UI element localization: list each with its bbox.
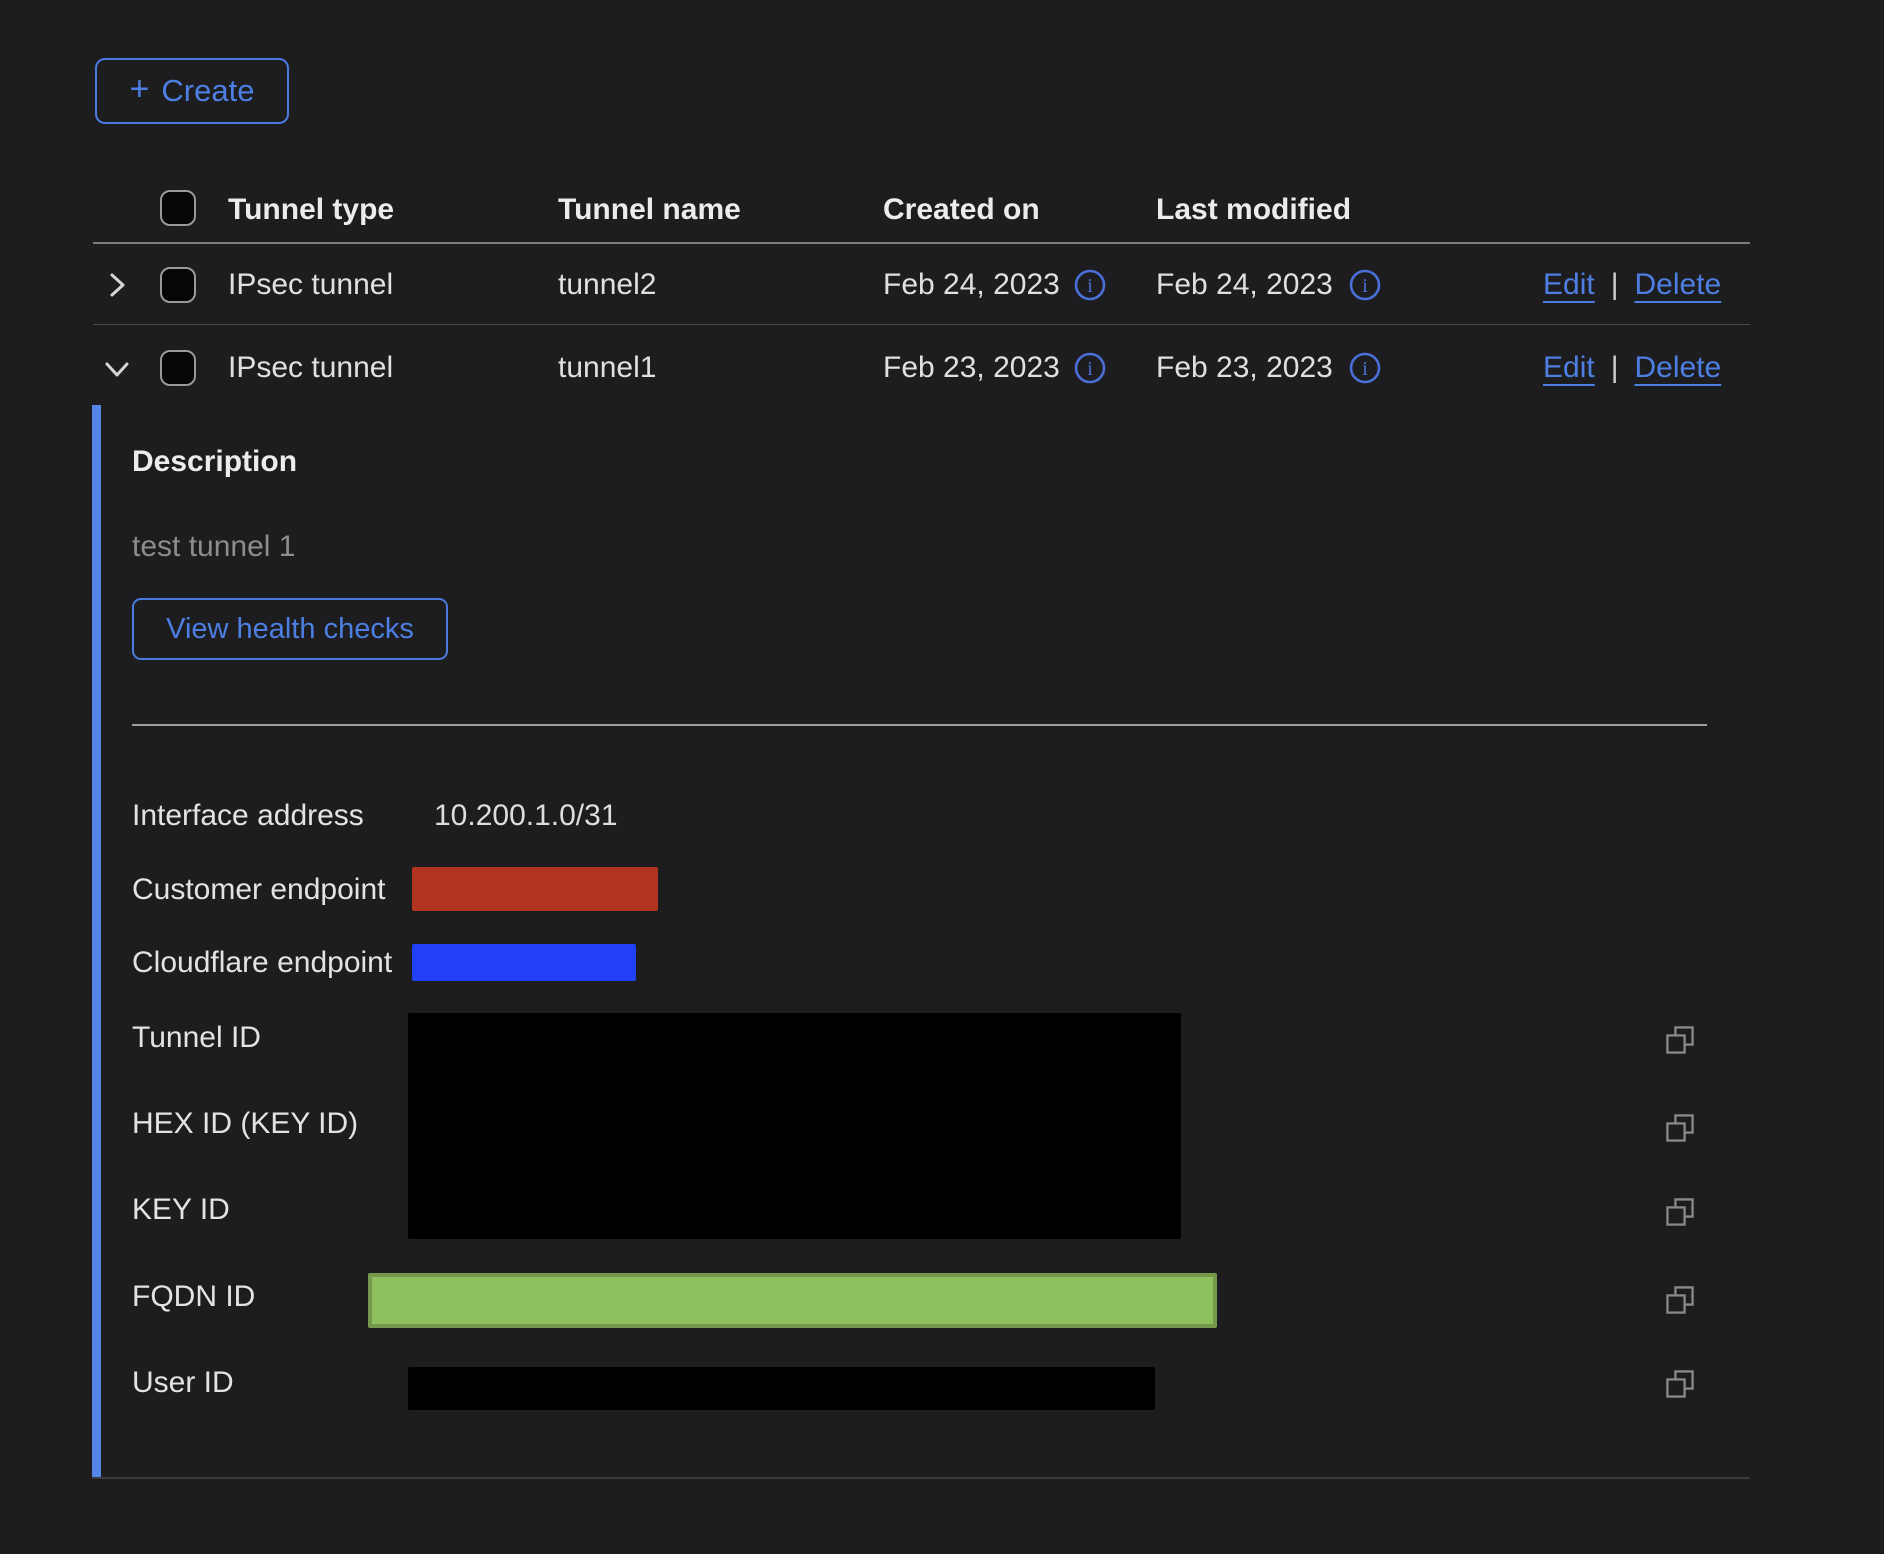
svg-text:i: i — [1087, 275, 1093, 297]
field-label-key-id: KEY ID — [132, 1192, 230, 1228]
field-label-tunnel-id: Tunnel ID — [132, 1020, 261, 1056]
expanded-row-bottom-border — [92, 1477, 1750, 1479]
svg-text:i: i — [1087, 358, 1093, 380]
svg-text:i: i — [1362, 275, 1368, 297]
edit-link[interactable]: Edit — [1543, 267, 1595, 303]
redacted-cloudflare-endpoint — [412, 944, 636, 981]
field-label-user-id: User ID — [132, 1365, 234, 1401]
description-heading: Description — [132, 445, 297, 479]
field-label-hex-id: HEX ID (KEY ID) — [132, 1106, 358, 1142]
copy-fqdn-id-button[interactable] — [1664, 1284, 1696, 1316]
info-icon[interactable]: i — [1073, 268, 1107, 302]
row-checkbox[interactable] — [160, 267, 196, 303]
header-created-on: Created on — [883, 192, 1040, 228]
expanded-row-accent-bar — [92, 405, 101, 1478]
redacted-user-id — [408, 1367, 1155, 1410]
field-value-interface-address: 10.200.1.0/31 — [434, 798, 618, 834]
row-checkbox[interactable] — [160, 350, 196, 386]
row-actions: Edit | Delete — [1543, 350, 1721, 386]
copy-user-id-button[interactable] — [1664, 1368, 1696, 1400]
field-label-customer-endpoint: Customer endpoint — [132, 872, 385, 908]
cell-last-modified: Feb 23, 2023 — [1156, 350, 1333, 386]
cell-created-on: Feb 24, 2023 — [883, 267, 1060, 303]
copy-hex-id-button[interactable] — [1664, 1112, 1696, 1144]
cell-tunnel-type: IPsec tunnel — [228, 350, 393, 386]
description-value: test tunnel 1 — [132, 530, 295, 564]
header-tunnel-name: Tunnel name — [558, 192, 741, 228]
select-all-checkbox[interactable] — [160, 190, 196, 226]
header-tunnel-type: Tunnel type — [228, 192, 394, 228]
cell-tunnel-name: tunnel2 — [558, 267, 656, 303]
chevron-down-icon[interactable] — [104, 356, 130, 382]
info-icon[interactable]: i — [1348, 351, 1382, 385]
delete-link[interactable]: Delete — [1635, 350, 1722, 386]
edit-link[interactable]: Edit — [1543, 350, 1595, 386]
tunnels-page: + Create Tunnel type Tunnel name Created… — [0, 0, 1884, 1554]
view-health-checks-button[interactable]: View health checks — [132, 598, 448, 660]
create-button[interactable]: + Create — [95, 58, 289, 124]
info-icon[interactable]: i — [1348, 268, 1382, 302]
svg-text:i: i — [1362, 358, 1368, 380]
redacted-customer-endpoint — [412, 867, 658, 911]
plus-icon: + — [130, 72, 150, 106]
header-divider — [93, 242, 1750, 244]
field-label-interface-address: Interface address — [132, 798, 364, 834]
chevron-right-icon[interactable] — [104, 272, 130, 298]
cell-created-on: Feb 23, 2023 — [883, 350, 1060, 386]
details-divider — [132, 724, 1707, 726]
action-separator: | — [1611, 267, 1619, 303]
info-icon[interactable]: i — [1073, 351, 1107, 385]
row-actions: Edit | Delete — [1543, 267, 1721, 303]
redacted-id-block — [408, 1013, 1181, 1239]
action-separator: | — [1611, 350, 1619, 386]
field-label-fqdn-id: FQDN ID — [132, 1279, 255, 1315]
redacted-fqdn-id — [368, 1273, 1217, 1328]
header-last-modified: Last modified — [1156, 192, 1351, 228]
field-label-cloudflare-endpoint: Cloudflare endpoint — [132, 945, 392, 981]
row-divider — [93, 324, 1750, 325]
cell-tunnel-type: IPsec tunnel — [228, 267, 393, 303]
cell-tunnel-name: tunnel1 — [558, 350, 656, 386]
delete-link[interactable]: Delete — [1635, 267, 1722, 303]
copy-tunnel-id-button[interactable] — [1664, 1024, 1696, 1056]
create-button-label: Create — [161, 73, 254, 109]
cell-last-modified: Feb 24, 2023 — [1156, 267, 1333, 303]
copy-key-id-button[interactable] — [1664, 1196, 1696, 1228]
